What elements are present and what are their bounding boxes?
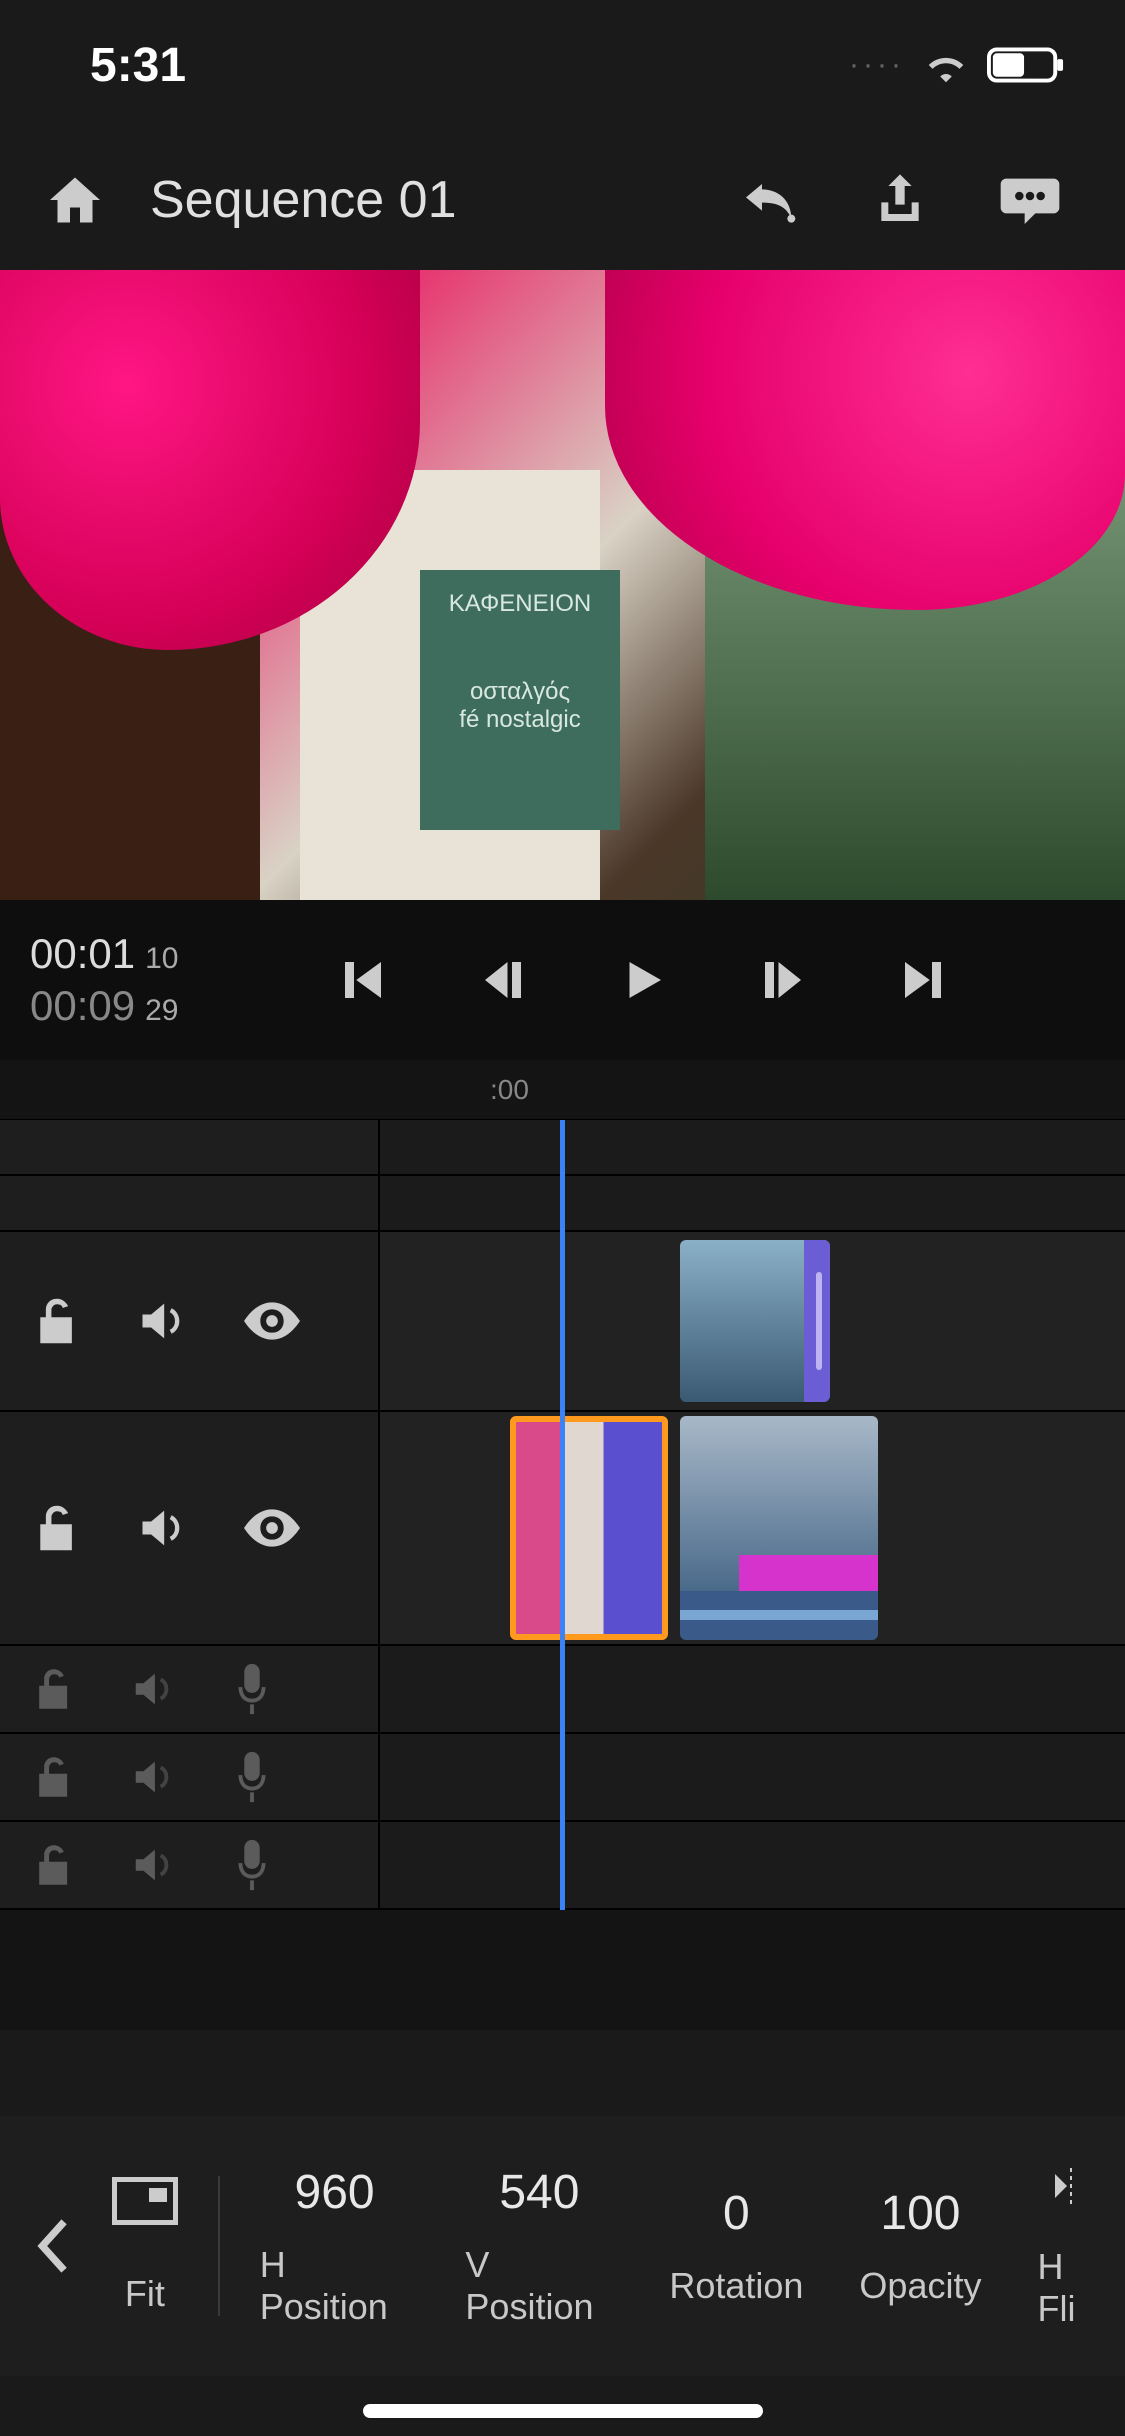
rotation-control[interactable]: 0 Rotation [641,2186,831,2307]
current-frames: 10 [145,942,178,975]
comment-button[interactable] [995,165,1065,235]
status-bar: 5:31 ···· [0,0,1125,130]
display-mode-label: Fit [125,2273,165,2315]
eye-icon[interactable] [244,1301,300,1341]
audio-track-1[interactable] [0,1646,1125,1734]
opacity-label: Opacity [859,2265,981,2307]
v-position-control[interactable]: 540 V Position [437,2165,641,2328]
share-button[interactable] [865,165,935,235]
wifi-icon [923,47,969,83]
current-timecode: 00:01 [30,930,135,977]
video-track-2[interactable] [0,1232,1125,1412]
clip-v2-1[interactable] [680,1240,830,1402]
divider [218,2176,220,2316]
go-to-end-button[interactable] [888,945,958,1015]
clip-v1-2[interactable] [680,1416,878,1640]
timeline[interactable]: :00 [0,1060,1125,2030]
clip-handle[interactable] [804,1240,830,1402]
rotation-label: Rotation [669,2265,803,2307]
audio-track-3[interactable] [0,1822,1125,1910]
v-position-value: 540 [499,2165,579,2220]
playback-bar: 00:01 10 00:09 29 [0,900,1125,1060]
h-position-value: 960 [295,2165,375,2220]
timecode-display[interactable]: 00:01 10 00:09 29 [30,930,290,1030]
play-button[interactable] [608,945,678,1015]
track-spacer-1 [0,1120,1125,1176]
step-forward-button[interactable] [748,945,818,1015]
h-position-control[interactable]: 960 H Position [232,2165,438,2328]
speaker-icon[interactable] [136,1298,188,1344]
track-spacer-2 [0,1176,1125,1232]
go-to-start-button[interactable] [328,945,398,1015]
lock-icon[interactable] [34,1502,80,1554]
lock-icon[interactable] [34,1666,74,1712]
video-preview[interactable]: ΚΑΦΕΝΕΙΟΝ οσταλγός fé nostalgic [0,270,1125,900]
speaker-icon[interactable] [136,1505,188,1551]
speaker-icon[interactable] [130,1669,176,1709]
display-mode-icon [112,2177,178,2225]
mic-icon[interactable] [232,1662,272,1716]
opacity-value: 100 [880,2186,960,2241]
h-flip-control[interactable]: H Fli [1009,2162,1105,2330]
undo-button[interactable] [735,165,805,235]
h-flip-icon [1047,2162,1095,2222]
battery-icon [987,46,1065,84]
mic-icon[interactable] [232,1750,272,1804]
mic-icon[interactable] [232,1838,272,1892]
sign-line1: ΚΑΦΕΝΕΙΟΝ [430,590,610,618]
clip-v1-1-selected[interactable] [510,1416,668,1640]
timeline-ruler[interactable]: :00 [0,1060,1125,1120]
sign-line3: fé nostalgic [430,706,610,734]
h-position-label: H Position [260,2244,410,2328]
step-back-button[interactable] [468,945,538,1015]
home-button[interactable] [40,165,110,235]
lock-icon[interactable] [34,1842,74,1888]
video-track-1[interactable] [0,1412,1125,1646]
rotation-value: 0 [723,2186,750,2241]
sign-line2: οσταλγός [430,678,610,706]
cellular-dots: ···· [849,48,905,82]
speaker-icon[interactable] [130,1757,176,1797]
h-flip-label: H Fli [1037,2246,1105,2330]
eye-icon[interactable] [244,1508,300,1548]
preview-sign: ΚΑΦΕΝΕΙΟΝ οσταλγός fé nostalgic [420,570,620,830]
status-time: 5:31 [90,38,186,93]
sequence-title[interactable]: Sequence 01 [150,170,695,230]
properties-back-button[interactable] [20,2217,84,2275]
audio-track-2[interactable] [0,1734,1125,1822]
duration-frames: 29 [145,994,178,1027]
app-header: Sequence 01 [0,130,1125,270]
properties-bar[interactable]: Fit 960 H Position 540 V Position 0 Rota… [0,2116,1125,2376]
v-position-label: V Position [465,2244,613,2328]
speaker-icon[interactable] [130,1845,176,1885]
duration-timecode: 00:09 [30,982,135,1029]
lock-icon[interactable] [34,1295,80,1347]
home-indicator[interactable] [363,2404,763,2418]
opacity-control[interactable]: 100 Opacity [831,2186,1009,2307]
lock-icon[interactable] [34,1754,74,1800]
ruler-tick-label: :00 [490,1074,529,1106]
display-mode-control[interactable]: Fit [84,2177,206,2315]
